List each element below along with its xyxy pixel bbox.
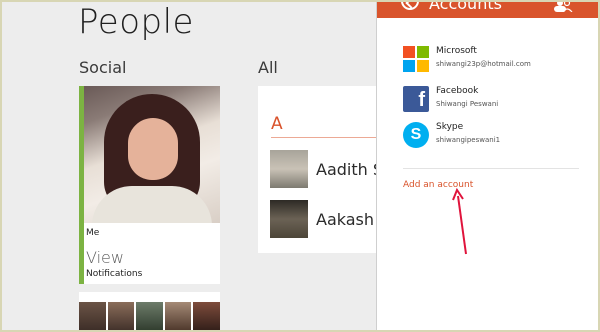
section-heading-all[interactable]: All — [258, 58, 278, 77]
contact-item[interactable]: Aakash C — [270, 199, 390, 239]
me-tile[interactable]: Me View Notifications — [79, 86, 220, 284]
avatar — [270, 200, 308, 238]
skype-icon: S — [403, 122, 429, 148]
page-title: People — [78, 2, 194, 42]
people-icon[interactable] — [553, 0, 573, 12]
contact-item[interactable]: Aadith S — [270, 149, 383, 189]
account-id: shiwangipeswani1 — [436, 136, 501, 144]
view-link[interactable]: View — [86, 248, 124, 267]
account-name: Microsoft — [436, 46, 477, 56]
microsoft-icon — [403, 46, 429, 72]
avatar — [270, 150, 308, 188]
photo-thumbnail — [79, 302, 106, 332]
section-heading-social[interactable]: Social — [79, 58, 126, 77]
photo-thumbnail — [107, 302, 135, 332]
account-name: Skype — [436, 122, 464, 132]
photo-thumbnail — [136, 302, 163, 332]
account-microsoft[interactable]: Microsoft shiwangi23p@hotmail.com — [403, 46, 593, 76]
account-facebook[interactable]: f Facebook Shiwangi Peswani — [403, 86, 593, 116]
account-id: shiwangi23p@hotmail.com — [436, 60, 531, 68]
account-name: Facebook — [436, 86, 479, 96]
accounts-flyout: Accounts Microsoft shiwangi23p@hotmail.c… — [376, 0, 600, 332]
flyout-title: Accounts — [429, 0, 502, 13]
all-contacts-list: A Aadith S Aakash C — [258, 86, 390, 253]
divider — [403, 168, 579, 169]
notifications-label: Notifications — [86, 269, 143, 279]
flyout-header: Accounts — [377, 0, 600, 18]
account-id: Shiwangi Peswani — [436, 100, 499, 108]
back-arrow-icon[interactable] — [401, 0, 419, 10]
annotation-arrow-icon — [452, 188, 467, 255]
photos-tile[interactable] — [79, 292, 220, 332]
me-label: Me — [86, 228, 100, 238]
profile-photo — [84, 86, 220, 223]
facebook-icon: f — [403, 86, 429, 112]
contact-name: Aadith S — [316, 159, 384, 179]
group-divider — [271, 137, 378, 138]
account-skype[interactable]: S Skype shiwangipeswani1 — [403, 122, 593, 152]
group-letter[interactable]: A — [271, 114, 283, 134]
photo-thumbnail — [193, 302, 220, 332]
photo-thumbnail — [164, 302, 192, 332]
